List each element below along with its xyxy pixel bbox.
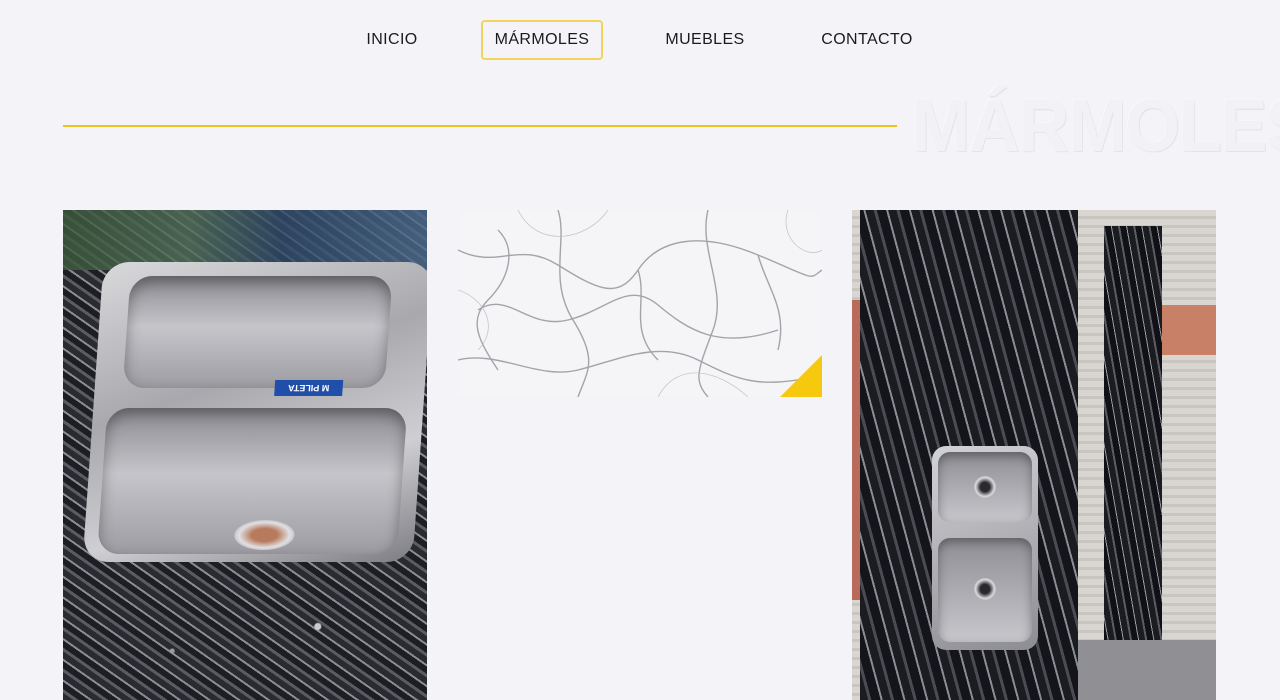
brick-wall: [1162, 305, 1216, 355]
gallery-image-sink-granite[interactable]: M PILETA: [63, 210, 427, 700]
section-title: MÁRMOLES: [912, 85, 1280, 167]
marble-veins: [458, 210, 822, 397]
nav-item-contacto[interactable]: CONTACTO: [810, 20, 924, 60]
sink-drain: [974, 476, 996, 498]
main-navigation: INICIO MÁRMOLES MUEBLES CONTACTO: [0, 20, 1280, 60]
sink-drain: [974, 578, 996, 600]
undermount-sink: [932, 446, 1038, 650]
nav-item-marmoles[interactable]: MÁRMOLES: [481, 20, 603, 60]
granite-strip: [1104, 226, 1162, 700]
nav-item-inicio[interactable]: INICIO: [356, 20, 428, 60]
background-foliage: [63, 210, 427, 270]
section-divider-line: [63, 125, 897, 127]
yellow-corner-accent: [780, 355, 822, 397]
sink-basin-top: [122, 276, 393, 388]
granite-slab: [860, 210, 1078, 700]
gallery-image-granite-slab[interactable]: [852, 210, 1216, 700]
product-sticker: M PILETA: [274, 380, 344, 396]
double-sink: M PILETA: [82, 262, 427, 562]
nav-item-muebles[interactable]: MUEBLES: [656, 20, 754, 60]
gallery-image-white-marble[interactable]: [458, 210, 822, 397]
floor: [1078, 640, 1216, 700]
